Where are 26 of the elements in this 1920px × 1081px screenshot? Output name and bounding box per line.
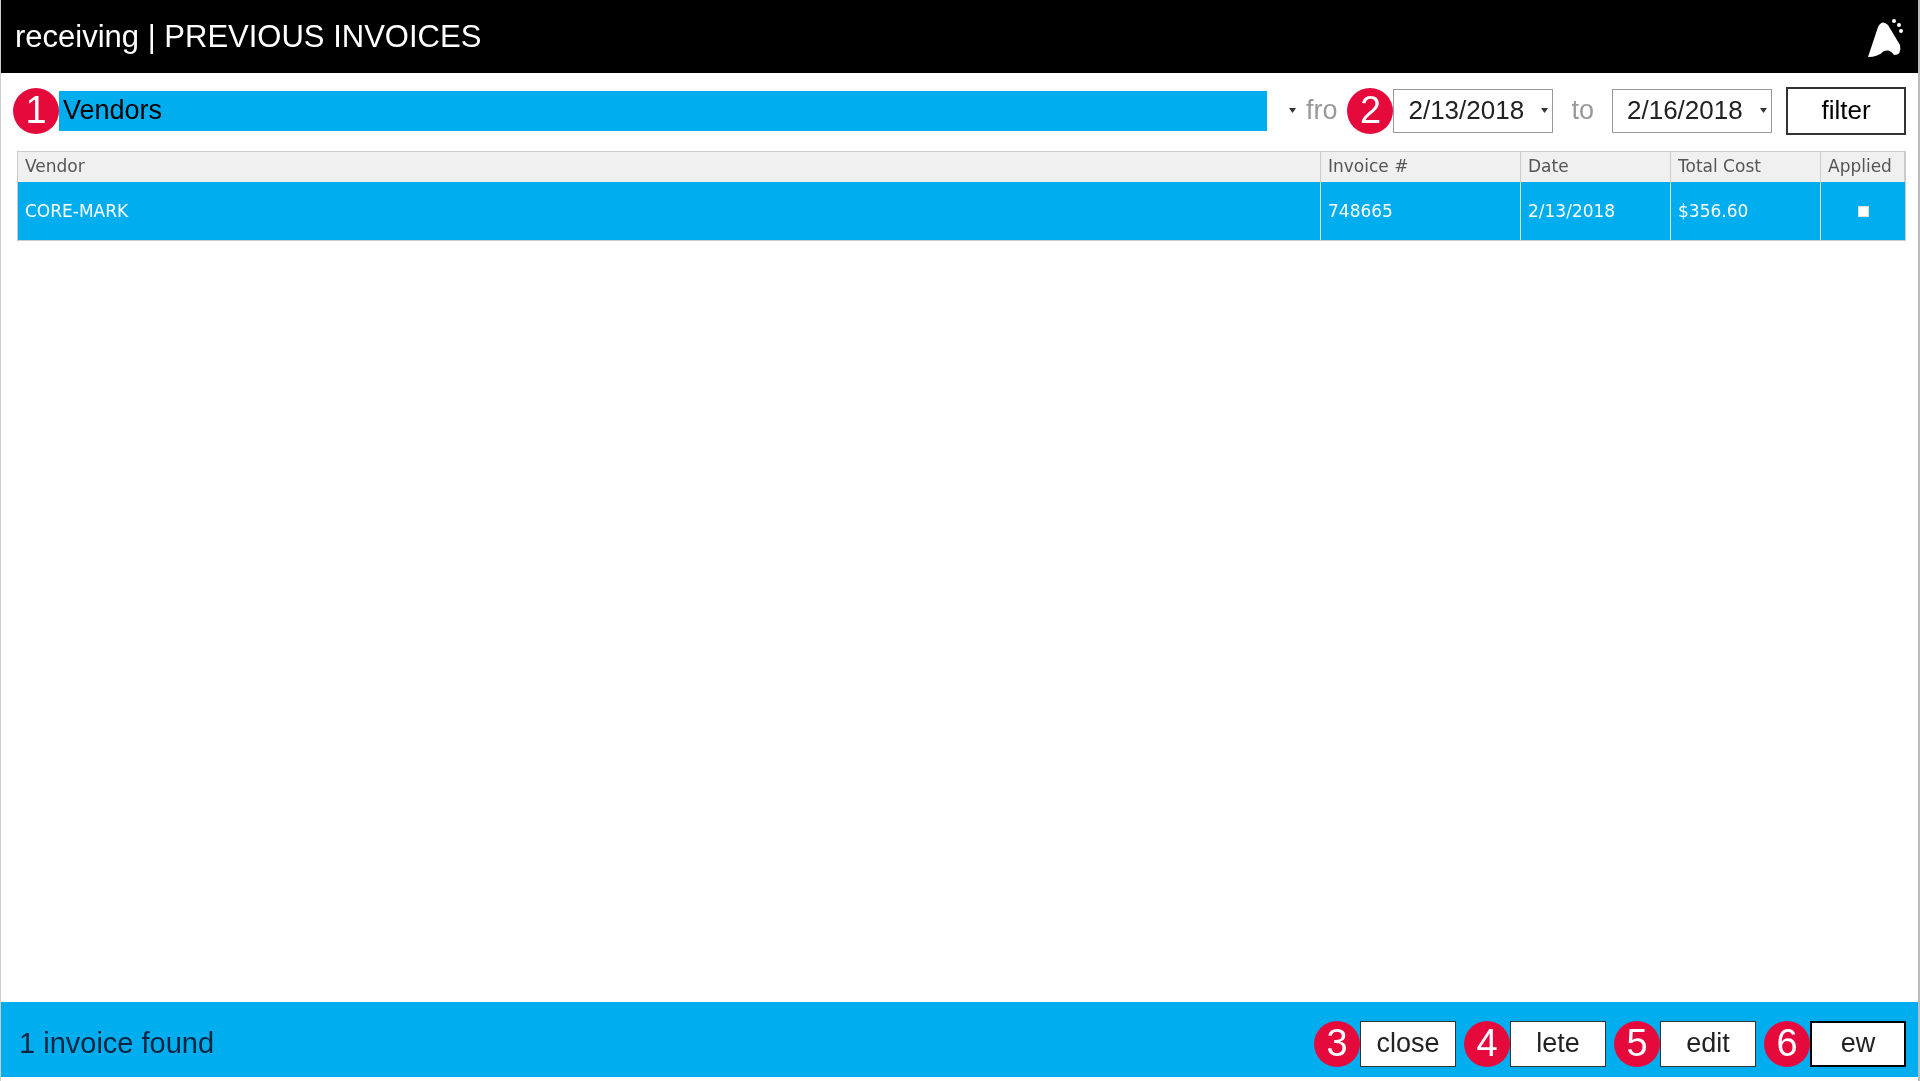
callout-marker: 5: [1614, 1020, 1660, 1067]
callout-marker: 6: [1764, 1020, 1810, 1067]
to-label: to: [1571, 95, 1594, 126]
table-cell: 2/13/2018: [1521, 182, 1671, 240]
action-button[interactable]: lete: [1510, 1020, 1606, 1067]
applied-checkbox[interactable]: [1857, 205, 1869, 217]
table-cell: $356.60: [1671, 182, 1821, 240]
to-date-field[interactable]: 2/16/2018: [1612, 88, 1772, 133]
caret-icon: [1760, 108, 1767, 113]
window-title: receiving | PREVIOUS INVOICES: [15, 18, 482, 55]
callout-marker: 1: [13, 87, 59, 134]
vendor-dropdown[interactable]: Vendors: [59, 90, 1267, 131]
action-button[interactable]: ew: [1810, 1020, 1906, 1067]
status-text: 1 invoice found: [19, 1027, 215, 1060]
callout-marker: 2: [1347, 87, 1394, 134]
action-button[interactable]: edit: [1660, 1020, 1756, 1067]
caret-icon: [1541, 108, 1549, 113]
callout-marker: 4: [1464, 1020, 1510, 1067]
table-cell: CORE-MARK: [18, 182, 1321, 240]
callout-marker: 3: [1314, 1020, 1360, 1067]
from-label: fro: [1305, 95, 1338, 126]
action-button[interactable]: close: [1360, 1020, 1456, 1067]
table-cell: 748665: [1321, 182, 1521, 240]
caret-icon: [1288, 108, 1296, 113]
from-date-field[interactable]: 2/13/2018: [1393, 88, 1554, 133]
filter-button[interactable]: filter: [1786, 86, 1906, 135]
